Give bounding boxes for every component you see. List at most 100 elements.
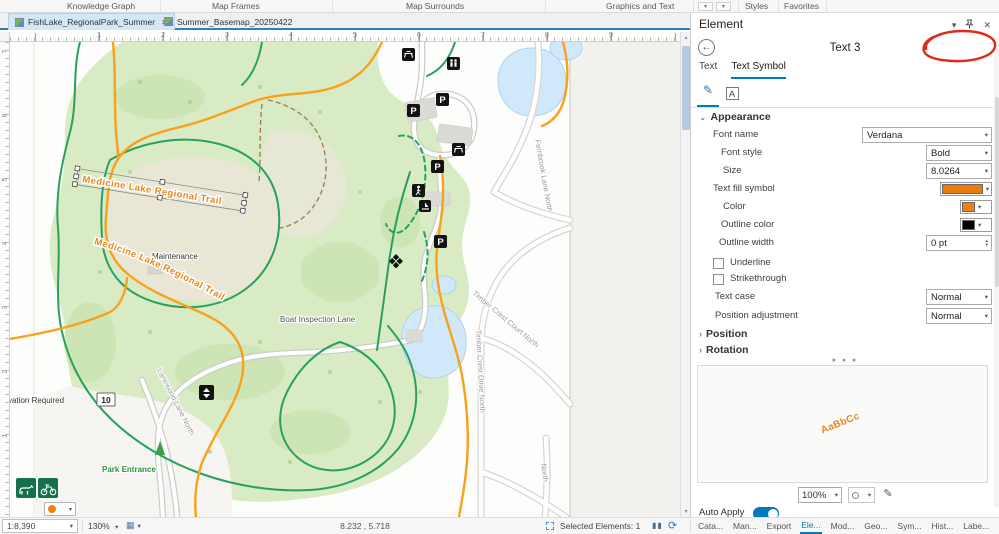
ribbon-small-button[interactable]: ▾ (698, 2, 713, 11)
position-adjustment-dropdown[interactable]: Normal ▾ (926, 308, 992, 324)
svg-text:P: P (434, 162, 441, 173)
dog-park-icon (16, 478, 36, 498)
size-row: Size 8.0264 ▾ (691, 163, 999, 180)
panel-splitter[interactable]: ● ● ● (691, 357, 999, 364)
snapping-grid-icon[interactable]: ▦ ▾ (126, 520, 141, 531)
panel-title: Element (699, 17, 744, 31)
dock-tab-symbology[interactable]: Sym... (896, 520, 922, 533)
scrollbar-thumb[interactable] (682, 46, 690, 130)
svg-text:P: P (410, 106, 417, 117)
ribbon-group-favorites: Favorites (784, 1, 819, 11)
selected-elements-count[interactable]: Selected Elements: 1 (560, 521, 640, 531)
view-tab-label: FishLake_RegionalPark_Summer (28, 17, 156, 27)
dock-tab-manage[interactable]: Man... (732, 520, 758, 533)
ruler-number: 3 (225, 32, 229, 39)
dock-tab-modify[interactable]: Mod... (830, 520, 856, 533)
park-entrance-label[interactable]: Park Entrance (101, 464, 157, 475)
view-tab-basemap[interactable]: Summer_Basemap_20250422 (158, 13, 298, 30)
subtab-properties[interactable]: A (721, 83, 743, 107)
preview-zoom-dropdown[interactable]: 100% ▾ (798, 487, 842, 503)
chevron-down-icon: ▾ (984, 294, 988, 301)
close-icon[interactable]: ✕ (983, 20, 991, 31)
map-canvas[interactable]: P P P P Maintenance Boat Inspection Lane… (10, 42, 680, 517)
chevron-down-icon: ▾ (984, 132, 988, 139)
dock-tab-labeling[interactable]: Labe... (962, 520, 990, 533)
panel-menu-icon[interactable]: ▾ (952, 20, 957, 31)
ribbon-group-styles: Styles (745, 1, 769, 11)
panel-scrollbar[interactable] (994, 37, 999, 507)
boat-launch-icon (419, 200, 431, 212)
layout-canvas[interactable]: P P P P Maintenance Boat Inspection Lane… (10, 42, 680, 517)
status-divider (690, 520, 691, 532)
fill-swatch (942, 184, 983, 194)
outline-color-swatch-dropdown[interactable]: ▾ (960, 218, 992, 232)
underline-checkbox[interactable] (713, 258, 724, 269)
color-swatch-dropdown[interactable]: ▾ (960, 200, 992, 214)
boat-inspection-label[interactable]: Boat Inspection Lane (279, 314, 357, 326)
map-vertical-scrollbar[interactable]: ▴ ▾ (680, 32, 690, 517)
ruler-number: 6 (417, 32, 421, 39)
chevron-down-icon: ▾ (984, 168, 988, 175)
dock-tab-export[interactable]: Export (766, 520, 793, 533)
element-panel: Element ▾ ✕ ← Text 3 Text Text Symbol ✎ … (690, 13, 999, 520)
dock-tab-history[interactable]: Hist... (931, 520, 955, 533)
pin-icon[interactable] (965, 19, 974, 31)
preview-background-dropdown[interactable]: ▾ (848, 487, 875, 503)
scale-dropdown[interactable]: 1:8,390 ▾ (2, 519, 78, 533)
color-row: Color ▾ (691, 199, 999, 216)
position-adjustment-row: Position adjustment Normal ▾ (691, 308, 999, 325)
svg-text:10: 10 (101, 395, 111, 405)
ribbon-divider (332, 1, 333, 12)
font-style-row: Font style Bold ▾ (691, 145, 999, 162)
strikethrough-checkbox[interactable] (713, 274, 724, 285)
text-fill-label: Text fill symbol (713, 183, 775, 194)
scrollbar-thumb[interactable] (994, 97, 999, 287)
color-swatch-dropdown[interactable]: ▾ (44, 502, 76, 516)
symbol-preview: AaBbCc (697, 365, 988, 483)
ruler-number: 2 (161, 32, 165, 39)
position-section-header[interactable]: › Position (699, 328, 747, 340)
ribbon-divider (545, 1, 546, 12)
pause-drawing-icon[interactable]: ▮▮ (652, 521, 663, 530)
dock-tab-catalog[interactable]: Cata... (697, 520, 724, 533)
size-combo[interactable]: 8.0264 ▾ (926, 163, 992, 179)
spin-down-icon[interactable]: ▾ (985, 243, 988, 248)
text-fill-swatch-dropdown[interactable]: ▾ (940, 182, 992, 196)
color-label: Color (723, 201, 746, 212)
status-divider (82, 520, 83, 532)
ribbon-strip: Knowledge Graph Map Frames Map Surrounds… (0, 0, 999, 13)
format-pen-icon[interactable]: ✎ (879, 487, 897, 503)
trailhead-icon (199, 385, 214, 400)
font-name-row: Font name Verdana ▾ (691, 127, 999, 144)
dock-tab-element[interactable]: Ele... (800, 519, 822, 534)
outline-width-spinner[interactable]: 0 pt ▴ ▾ (926, 235, 992, 251)
font-style-dropdown[interactable]: Bold ▾ (926, 145, 992, 161)
font-name-label: Font name (713, 129, 759, 140)
chevron-down-icon: ▾ (68, 506, 72, 513)
parking-icon: P (407, 104, 420, 117)
tab-text[interactable]: Text (699, 61, 717, 79)
rotation-section-header[interactable]: › Rotation (699, 344, 749, 356)
outline-width-label: Outline width (719, 237, 774, 248)
strikethrough-row: Strikethrough (691, 271, 999, 288)
parking-icon: P (431, 160, 444, 173)
text-case-dropdown[interactable]: Normal ▾ (926, 289, 992, 305)
subtab-gallery[interactable]: ✎ (697, 83, 719, 107)
tab-text-symbol[interactable]: Text Symbol (731, 61, 786, 79)
outline-color-row: Outline color ▾ (691, 217, 999, 234)
view-tab-layout[interactable]: FishLake_RegionalPark_Summer ✕ (8, 13, 175, 30)
ruler-number: 6 (1, 113, 9, 118)
ruler-number: 4 (289, 32, 293, 39)
layout-tab-icon (15, 17, 24, 27)
refresh-icon[interactable]: ⟳ (668, 519, 677, 532)
zoom-dropdown[interactable]: 130% ▾ (88, 521, 118, 531)
ruler-major-ticks (35, 33, 705, 41)
dock-tab-geoprocessing[interactable]: Geo... (863, 520, 888, 533)
ruler-number: 7 (481, 32, 485, 39)
strikethrough-label: Strikethrough (730, 273, 787, 284)
appearance-section-header[interactable]: ⌄ Appearance (699, 111, 771, 123)
ribbon-small-button[interactable]: ▾ (716, 2, 731, 11)
svg-text:P: P (437, 237, 444, 248)
reservation-label[interactable]: vation Required (10, 395, 65, 406)
font-name-dropdown[interactable]: Verdana ▾ (862, 127, 992, 143)
